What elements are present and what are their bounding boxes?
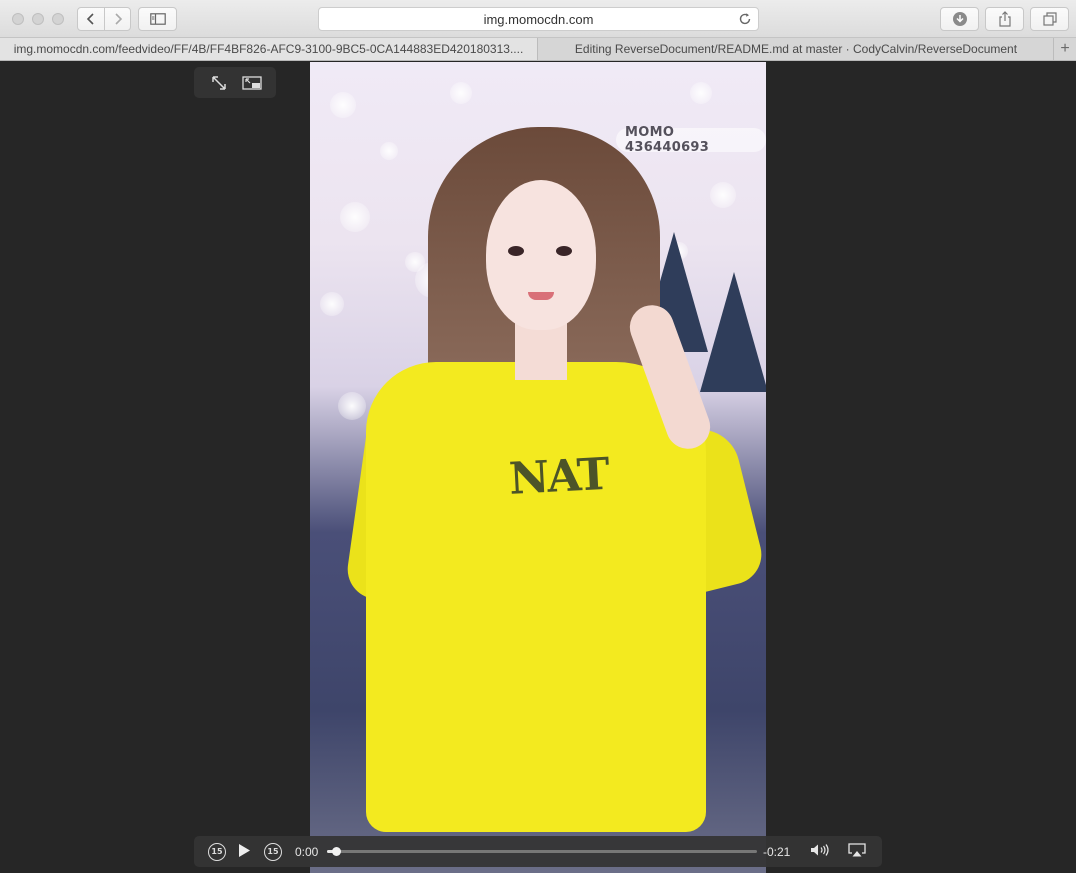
bokeh-light bbox=[450, 82, 472, 104]
skip-forward-icon: 15 bbox=[264, 842, 282, 861]
person-eye bbox=[508, 246, 524, 256]
tabs-overview-icon bbox=[1042, 12, 1057, 26]
tab-title: Editing ReverseDocument/README.md at mas… bbox=[574, 42, 1018, 56]
tabs-overview-button[interactable] bbox=[1030, 7, 1069, 31]
video-stage: NAT MOMO 436440693 15 15 0:00 -0:21 bbox=[0, 62, 1076, 873]
sidebar-button[interactable] bbox=[138, 7, 177, 31]
browser-toolbar: img.momocdn.com bbox=[0, 0, 1076, 38]
progress-knob[interactable] bbox=[331, 847, 341, 856]
bokeh-light bbox=[320, 292, 344, 316]
airplay-button[interactable] bbox=[846, 836, 868, 867]
bokeh-light bbox=[338, 392, 366, 420]
play-button[interactable] bbox=[234, 836, 254, 867]
back-icon[interactable] bbox=[84, 12, 98, 26]
tree-silhouette bbox=[700, 272, 766, 392]
skip-back-icon: 15 bbox=[208, 842, 226, 861]
shirt-print: NAT bbox=[507, 448, 609, 505]
progress-track[interactable] bbox=[327, 847, 757, 856]
plus-icon: + bbox=[1060, 40, 1070, 57]
current-time: 0:00 bbox=[295, 844, 319, 859]
video-frame[interactable]: NAT MOMO 436440693 bbox=[310, 62, 766, 873]
bokeh-light bbox=[340, 202, 370, 232]
forward-icon[interactable] bbox=[111, 12, 125, 26]
volume-icon bbox=[810, 843, 832, 860]
bokeh-light bbox=[330, 92, 356, 118]
downloads-button[interactable] bbox=[940, 7, 979, 31]
airplay-icon bbox=[848, 843, 866, 860]
video-top-controls bbox=[194, 67, 276, 98]
share-button[interactable] bbox=[985, 7, 1024, 31]
sidebar-icon bbox=[149, 13, 166, 25]
segment-divider bbox=[104, 8, 105, 30]
person-lips bbox=[528, 292, 554, 300]
video-control-bar: 15 15 0:00 -0:21 bbox=[194, 836, 882, 867]
video-watermark: MOMO 436440693 bbox=[616, 125, 766, 155]
volume-button[interactable] bbox=[809, 836, 833, 867]
close-window-button[interactable] bbox=[12, 13, 24, 25]
tab-readme-editor[interactable]: Editing ReverseDocument/README.md at mas… bbox=[539, 38, 1053, 60]
tab-bar: img.momocdn.com/feedvideo/FF/4B/FF4BF826… bbox=[0, 38, 1076, 61]
tab-video[interactable]: img.momocdn.com/feedvideo/FF/4B/FF4BF826… bbox=[0, 38, 538, 60]
minimize-window-button[interactable] bbox=[32, 13, 44, 25]
play-icon bbox=[238, 843, 251, 861]
back-forward-group bbox=[77, 7, 131, 31]
remaining-time: -0:21 bbox=[763, 844, 791, 859]
bokeh-light bbox=[690, 82, 712, 104]
download-icon bbox=[952, 11, 968, 27]
skip-back-button[interactable]: 15 bbox=[207, 836, 227, 867]
tab-title: img.momocdn.com/feedvideo/FF/4B/FF4BF826… bbox=[13, 42, 524, 56]
person-face bbox=[486, 180, 596, 330]
zoom-window-button[interactable] bbox=[52, 13, 64, 25]
reload-icon[interactable] bbox=[738, 12, 752, 26]
new-tab-button[interactable]: + bbox=[1053, 38, 1076, 60]
bokeh-light bbox=[710, 182, 736, 208]
skip-forward-button[interactable]: 15 bbox=[263, 836, 283, 867]
yellow-shirt bbox=[366, 362, 706, 832]
address-text: img.momocdn.com bbox=[483, 11, 594, 27]
person-eye bbox=[556, 246, 572, 256]
share-icon bbox=[998, 11, 1012, 27]
picture-in-picture-icon[interactable] bbox=[241, 73, 262, 93]
bokeh-light bbox=[380, 142, 398, 160]
address-bar[interactable]: img.momocdn.com bbox=[318, 7, 759, 31]
fullscreen-icon[interactable] bbox=[209, 73, 229, 93]
